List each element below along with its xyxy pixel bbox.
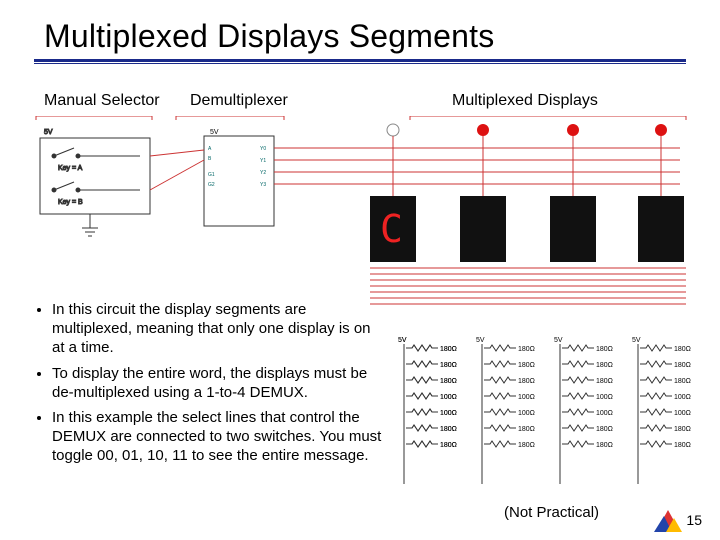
title-rule <box>34 59 686 62</box>
circuit-diagram: 5V Key = A Key = B 5V AB G1G2 Y0Y1Y2Y3 <box>30 116 692 306</box>
bullet-item: In this example the select lines that co… <box>52 408 386 466</box>
label-manual-selector: Manual Selector <box>44 92 160 110</box>
key-a-label: Key = A <box>58 165 83 172</box>
svg-text:Y0: Y0 <box>260 146 266 152</box>
not-practical-note: (Not Practical) <box>504 504 599 521</box>
svg-text:Y3: Y3 <box>260 182 266 188</box>
bullet-list: In this circuit the display segments are… <box>34 300 386 472</box>
supply-label: 5V <box>44 129 53 136</box>
svg-text:Y1: Y1 <box>260 158 266 164</box>
page-title: Multiplexed Displays Segments <box>0 0 720 59</box>
label-multiplexed-displays: Multiplexed Displays <box>452 92 598 110</box>
demux-chip: 5V AB G1G2 Y0Y1Y2Y3 <box>150 129 274 226</box>
resistor-networks: 5V 180Ω 180Ω 180Ω 100Ω 100Ω 180Ω 180Ω <box>398 334 698 504</box>
title-rule-thin <box>34 63 686 64</box>
svg-text:5V: 5V <box>210 129 219 136</box>
seven-seg-group: C <box>370 124 686 304</box>
svg-text:Y2: Y2 <box>260 170 266 176</box>
page-number: 15 <box>686 512 702 528</box>
svg-text:C: C <box>380 207 403 251</box>
key-b-label: Key = B <box>58 199 83 206</box>
bullet-item: To display the entire word, the displays… <box>52 364 386 402</box>
bullet-item: In this circuit the display segments are… <box>52 300 386 358</box>
svg-text:G1: G1 <box>208 172 215 178</box>
svg-text:G2: G2 <box>208 182 215 188</box>
label-demultiplexer: Demultiplexer <box>190 92 288 110</box>
pltw-logo-icon <box>654 508 682 532</box>
probe-icon <box>477 124 667 136</box>
